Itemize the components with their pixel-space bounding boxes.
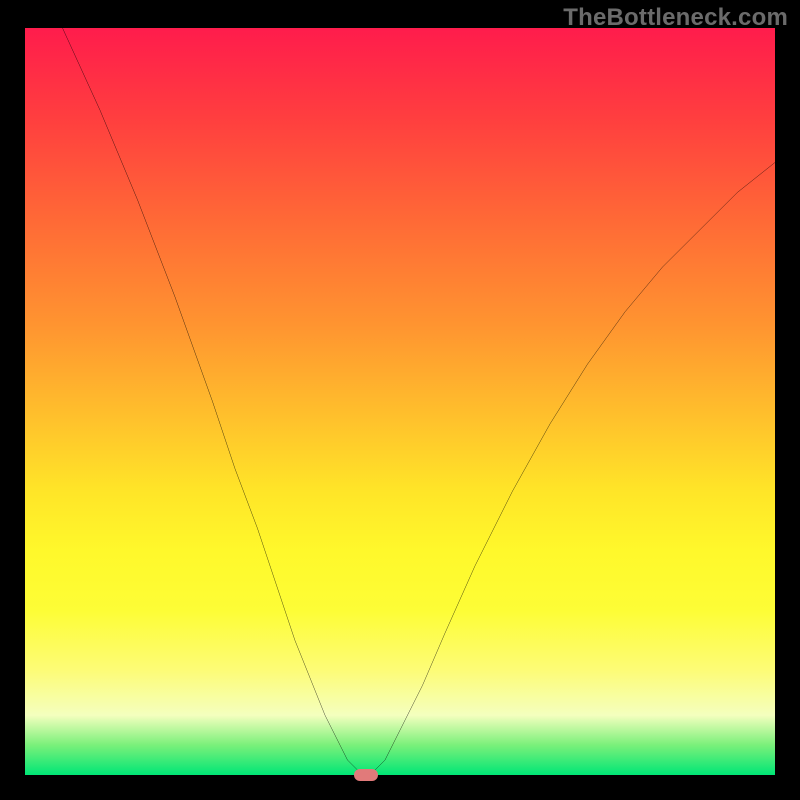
bottleneck-curve (25, 28, 775, 775)
chart-frame: TheBottleneck.com (0, 0, 800, 800)
curve-svg (25, 28, 775, 775)
optimal-marker (354, 769, 378, 781)
plot-area (25, 28, 775, 775)
